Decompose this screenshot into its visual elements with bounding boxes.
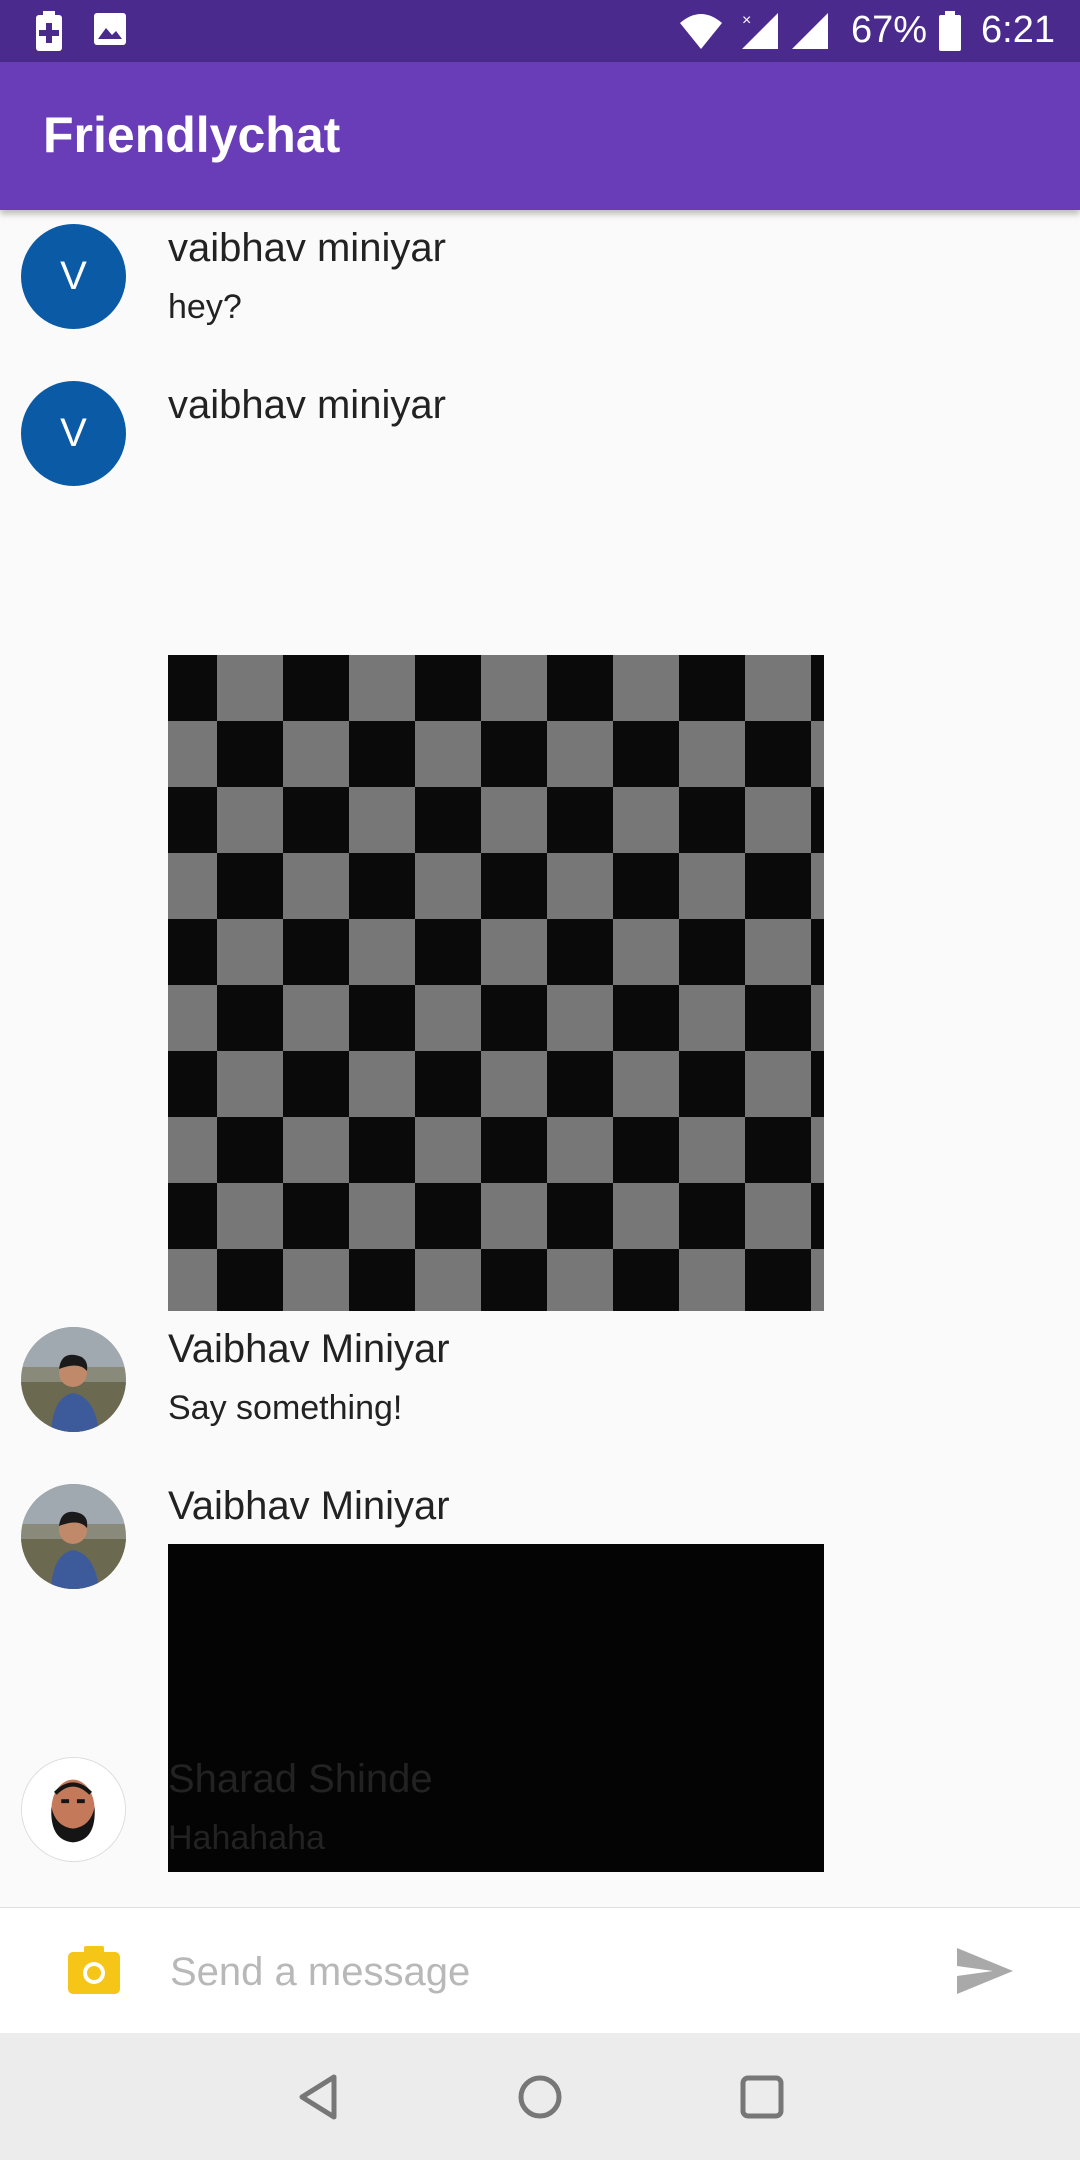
- back-icon[interactable]: [290, 2067, 350, 2127]
- message-author: Vaibhav Miniyar: [168, 1484, 450, 1528]
- message-composer: [0, 1907, 1080, 2034]
- message-text: hey?: [168, 288, 242, 326]
- message-item: Sharad Shinde Hahahaha: [0, 1757, 1080, 1907]
- battery-saver-icon: [36, 11, 62, 51]
- message-item: Vaibhav Miniyar Say something!: [0, 1327, 1080, 1487]
- signal-no-data-icon: ×: [742, 12, 778, 49]
- message-author: Sharad Shinde: [168, 1757, 433, 1801]
- system-nav-bar: [0, 2033, 1080, 2160]
- clock: 6:21: [981, 9, 1055, 51]
- app-title: Friendlychat: [43, 107, 341, 163]
- message-item: V vaibhav miniyar hey?: [0, 210, 1080, 360]
- avatar: [21, 1327, 126, 1432]
- recents-icon[interactable]: [732, 2067, 792, 2127]
- avatar: [21, 1757, 126, 1862]
- image-icon: [94, 13, 126, 45]
- message-input[interactable]: [168, 1938, 932, 2006]
- camera-icon[interactable]: [66, 1944, 122, 1996]
- message-item: V vaibhav miniyar: [0, 367, 1080, 1327]
- message-text: Say something!: [168, 1389, 403, 1427]
- home-icon[interactable]: [510, 2067, 570, 2127]
- send-icon[interactable]: [955, 1946, 1015, 1996]
- checkerboard-image[interactable]: [168, 655, 824, 1311]
- message-text: Hahahaha: [168, 1819, 325, 1857]
- message-author: Vaibhav Miniyar: [168, 1327, 450, 1371]
- message-author: vaibhav miniyar: [168, 383, 446, 427]
- avatar: V: [21, 224, 126, 329]
- app-bar: Friendlychat: [0, 62, 1080, 210]
- svg-text:×: ×: [742, 12, 751, 29]
- message-list[interactable]: V vaibhav miniyar hey? V vaibhav miniyar: [0, 210, 1080, 1907]
- avatar: [21, 1484, 126, 1589]
- message-author: vaibhav miniyar: [168, 226, 446, 270]
- avatar: V: [21, 381, 126, 486]
- battery-icon: [939, 11, 961, 51]
- status-bar: × 67% 6:21: [0, 0, 1080, 62]
- wifi-icon: [680, 14, 722, 49]
- battery-percent: 67%: [851, 9, 928, 51]
- signal-icon: [792, 13, 828, 49]
